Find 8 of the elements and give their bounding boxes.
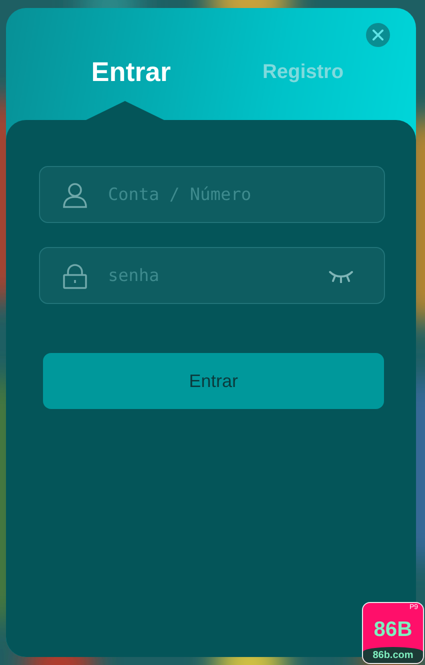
- badge-title: 86B: [372, 617, 414, 643]
- badge-url: 86b.com: [363, 647, 423, 663]
- close-icon[interactable]: [366, 23, 390, 47]
- user-icon: [62, 182, 88, 208]
- tab[interactable]: Entrar: [91, 56, 171, 88]
- closed-eye-icon[interactable]: [328, 268, 354, 282]
- login-button[interactable]: Entrar: [43, 353, 384, 409]
- lock-icon: [62, 262, 88, 288]
